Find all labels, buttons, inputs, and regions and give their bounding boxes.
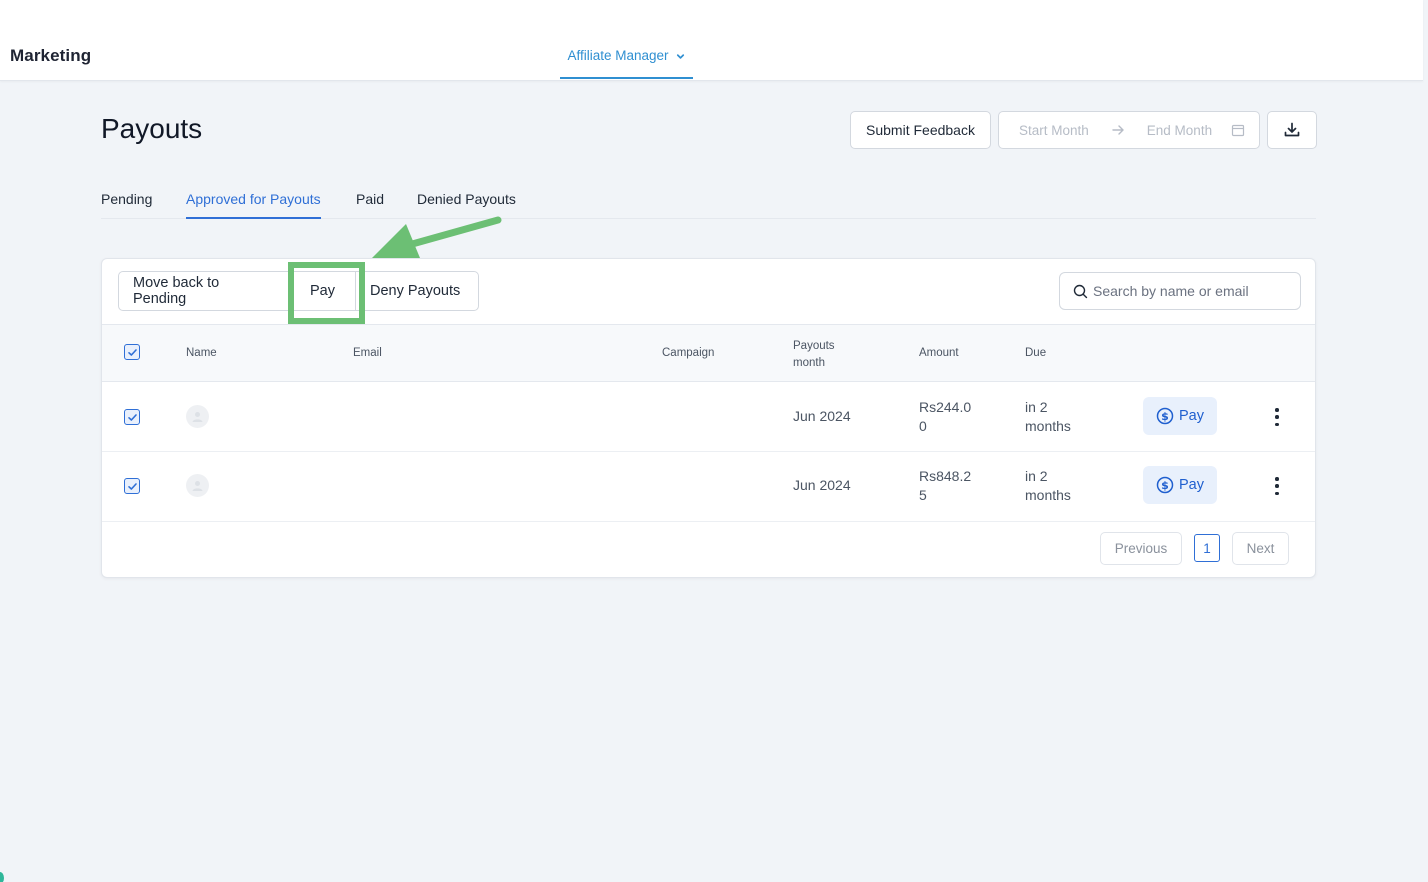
payout-amount: Rs244.0 0 xyxy=(919,398,971,436)
deny-payouts-button[interactable]: Deny Payouts xyxy=(356,272,478,310)
column-email: Email xyxy=(353,347,382,359)
calendar-icon xyxy=(1231,124,1245,137)
row-checkbox[interactable] xyxy=(124,409,140,425)
column-amount: Amount xyxy=(919,347,959,359)
dollar-circle-icon: $ xyxy=(1156,476,1174,494)
download-icon xyxy=(1284,122,1300,137)
payout-due-line2: months xyxy=(1025,487,1071,503)
bulk-actions-group: Move back to Pending Pay Deny Payouts xyxy=(118,271,479,311)
payouts-card: Move back to Pending Pay Deny Payouts Na… xyxy=(101,258,1316,578)
table-row: Jun 2024 Rs848.2 5 in 2 months $ Pay xyxy=(102,452,1315,522)
avatar xyxy=(186,405,209,428)
payout-amount-line1: Rs244.0 xyxy=(919,399,972,415)
row-pay-label: Pay xyxy=(1179,408,1204,424)
corner-indicator xyxy=(0,872,4,882)
move-back-to-pending-button[interactable]: Move back to Pending xyxy=(119,272,290,310)
row-pay-button[interactable]: $ Pay xyxy=(1143,397,1217,435)
table-header: Name Email Campaign Payouts month Amount… xyxy=(102,324,1315,382)
column-name: Name xyxy=(186,347,217,359)
bulk-pay-button[interactable]: Pay xyxy=(290,272,356,310)
payout-tabs: Pending Approved for Payouts Paid Denied… xyxy=(101,186,1316,219)
pagination-next-button[interactable]: Next xyxy=(1232,532,1289,565)
affiliate-manager-label: Affiliate Manager xyxy=(567,48,669,63)
payout-due-line2: months xyxy=(1025,418,1071,434)
check-icon xyxy=(127,413,137,421)
row-more-icon[interactable] xyxy=(1270,477,1284,495)
page-title: Payouts xyxy=(101,113,203,144)
search-icon xyxy=(1073,284,1088,298)
check-icon xyxy=(127,482,137,490)
svg-text:$: $ xyxy=(1161,479,1169,492)
search-box[interactable] xyxy=(1059,272,1301,310)
row-checkbox[interactable] xyxy=(124,478,140,494)
payout-amount-line2: 5 xyxy=(919,487,927,503)
payout-due-line1: in 2 xyxy=(1025,468,1048,484)
submit-feedback-button[interactable]: Submit Feedback xyxy=(850,111,991,149)
row-more-icon[interactable] xyxy=(1270,408,1284,426)
payout-amount: Rs848.2 5 xyxy=(919,467,971,505)
select-all-checkbox[interactable] xyxy=(124,344,140,360)
payout-due-line1: in 2 xyxy=(1025,399,1048,415)
table-row: Jun 2024 Rs244.0 0 in 2 months $ Pay xyxy=(102,382,1315,452)
month-range-picker[interactable]: Start Month End Month xyxy=(998,111,1260,149)
payout-month: Jun 2024 xyxy=(793,477,851,493)
tab-approved-for-payouts[interactable]: Approved for Payouts xyxy=(186,191,321,219)
end-month-placeholder[interactable]: End Month xyxy=(1147,123,1212,138)
arrow-right-icon xyxy=(1112,125,1124,135)
tab-paid[interactable]: Paid xyxy=(356,191,384,219)
user-icon xyxy=(192,481,203,491)
row-pay-button[interactable]: $ Pay xyxy=(1143,466,1217,504)
column-payouts-month: Payouts month xyxy=(793,338,835,372)
affiliate-manager-nav[interactable]: Affiliate Manager xyxy=(560,40,693,79)
pagination-page-1[interactable]: 1 xyxy=(1194,534,1220,562)
avatar xyxy=(186,474,209,497)
download-button[interactable] xyxy=(1267,111,1317,149)
tab-denied-payouts[interactable]: Denied Payouts xyxy=(417,191,516,219)
payout-month: Jun 2024 xyxy=(793,408,851,424)
check-icon xyxy=(127,348,137,356)
chevron-down-icon xyxy=(676,54,684,59)
tab-pending[interactable]: Pending xyxy=(101,191,152,219)
pagination-previous-button[interactable]: Previous xyxy=(1100,532,1182,565)
row-pay-label: Pay xyxy=(1179,477,1204,493)
brand-title: Marketing xyxy=(10,46,92,65)
top-bar: Marketing Affiliate Manager xyxy=(0,0,1423,81)
payout-amount-line2: 0 xyxy=(919,418,927,434)
search-input[interactable] xyxy=(1093,283,1293,299)
dollar-circle-icon: $ xyxy=(1156,407,1174,425)
payout-amount-line1: Rs848.2 xyxy=(919,468,972,484)
column-due: Due xyxy=(1025,347,1047,359)
user-icon xyxy=(192,412,203,422)
payout-due: in 2 months xyxy=(1025,398,1071,436)
column-payouts-month-line2: month xyxy=(793,357,825,369)
svg-text:$: $ xyxy=(1161,410,1169,423)
column-payouts-month-line1: Payouts xyxy=(793,340,835,352)
payout-due: in 2 months xyxy=(1025,467,1071,505)
start-month-placeholder[interactable]: Start Month xyxy=(1019,123,1089,138)
column-campaign: Campaign xyxy=(662,347,715,359)
